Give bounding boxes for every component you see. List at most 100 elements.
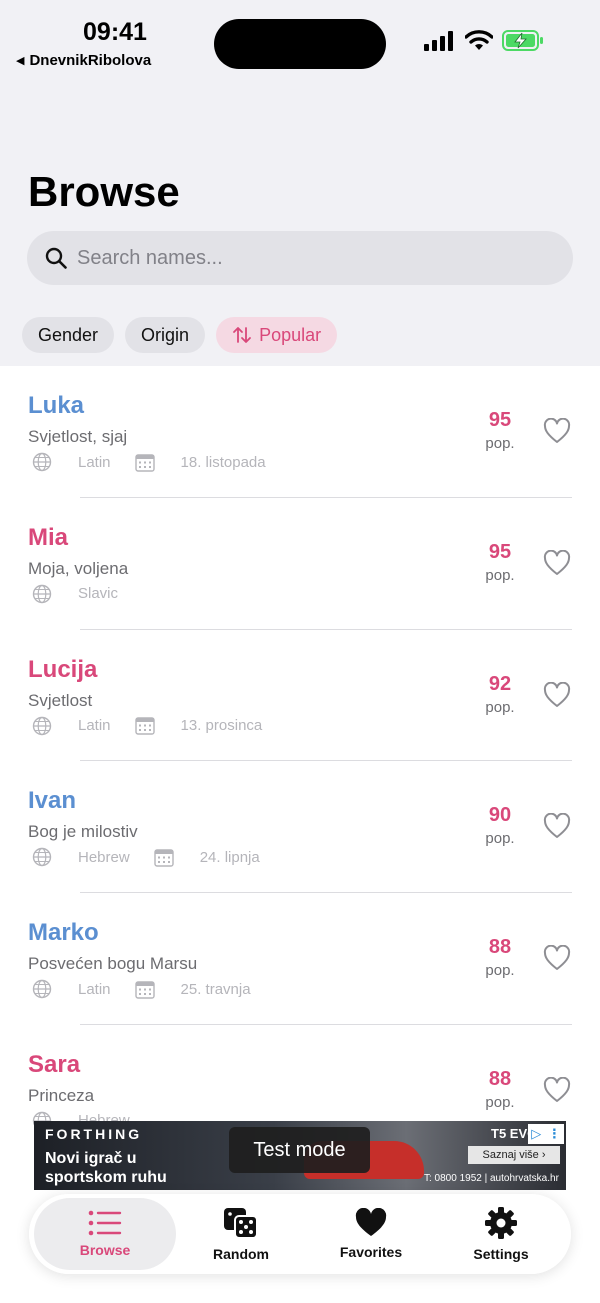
name-meaning: Svjetlost (28, 690, 93, 710)
popularity-value: 88 (488, 936, 512, 959)
popularity-score: 88 pop. (470, 1068, 530, 1111)
name-row[interactable]: Sara Princeza Hebrew 88 pop. (0, 1025, 600, 1126)
back-arrow-icon: ◀ (16, 55, 25, 67)
search-bar[interactable] (27, 231, 573, 285)
popularity-score: 90 pop. (470, 804, 530, 847)
calendar-icon (134, 980, 155, 999)
name-row[interactable]: Luka Svjetlost, sjaj Latin 18. listopada… (0, 366, 600, 498)
name-meaning: Bog je milostiv (28, 822, 138, 842)
popularity-score: 95 pop. (470, 409, 530, 452)
globe-icon (32, 979, 52, 999)
popularity-score: 92 pop. (470, 673, 530, 716)
filter-chip-label: Gender (38, 324, 99, 345)
dice-icon (224, 1208, 258, 1239)
calendar-icon (134, 453, 155, 472)
popularity-label: pop. (485, 830, 515, 848)
globe-icon (32, 452, 52, 472)
popularity-score: 95 pop. (470, 541, 530, 584)
popularity-value: 95 (488, 409, 512, 431)
tab-bar: Browse Random Favorites Settings (29, 1194, 571, 1274)
name-title: Sara (28, 1050, 81, 1078)
popularity-label: pop. (485, 1093, 515, 1111)
search-icon (45, 247, 67, 269)
gear-icon (485, 1207, 517, 1239)
calendar-icon (134, 717, 155, 735)
name-meaning: Moja, voljena (28, 558, 129, 578)
favorite-heart-icon[interactable] (543, 681, 571, 708)
name-origin: Hebrew (78, 848, 130, 866)
tab-settings[interactable]: Settings (436, 1198, 566, 1270)
name-origin: Latin (78, 980, 111, 998)
name-title: Mia (28, 523, 69, 551)
ad-brand: FORTHING (45, 1126, 143, 1142)
popularity-label: pop. (485, 435, 515, 452)
names-list: Luka Svjetlost, sjaj Latin 18. listopada… (0, 366, 600, 1126)
globe-icon (32, 584, 52, 603)
page-title: Browse (28, 168, 180, 215)
name-meta: Latin 18. listopada (32, 452, 266, 472)
tab-random[interactable]: Random (176, 1198, 306, 1270)
name-row[interactable]: Ivan Bog je milostiv Hebrew 24. lipnja 9… (0, 761, 600, 894)
back-to-app-link[interactable]: ◀ DnevnikRibolova (16, 52, 151, 69)
adchoices-icon[interactable]: ▷ ⋮ (528, 1124, 564, 1144)
favorite-heart-icon[interactable] (543, 549, 571, 576)
name-day-date: 13. prosinca (180, 717, 263, 735)
tab-label: Random (213, 1246, 269, 1262)
popularity-label: pop. (485, 566, 515, 584)
filter-chip-origin[interactable]: Origin (125, 317, 206, 353)
cellular-signal-icon (424, 30, 453, 51)
popularity-score: 88 pop. (470, 936, 530, 979)
filter-chip-label: Popular (259, 324, 322, 345)
name-origin: Slavic (78, 585, 119, 603)
name-row[interactable]: Mia Moja, voljena Slavic 95 pop. (0, 498, 600, 630)
back-app-label: DnevnikRibolova (29, 52, 152, 69)
popularity-value: 95 (488, 540, 512, 563)
popularity-value: 88 (488, 1067, 512, 1090)
popularity-label: pop. (485, 962, 515, 980)
name-title: Luka (28, 392, 85, 419)
favorite-heart-icon[interactable] (543, 945, 571, 971)
tab-label: Browse (79, 1242, 131, 1258)
tab-label: Settings (473, 1246, 529, 1262)
name-title: Lucija (28, 655, 98, 683)
filter-chip-popular[interactable]: Popular (216, 317, 338, 353)
name-meta: Latin 13. prosinca (32, 716, 262, 736)
name-origin: Latin (78, 717, 111, 735)
ad-cta-button[interactable]: Saznaj više › (468, 1146, 560, 1164)
wifi-icon (465, 30, 493, 50)
tab-browse[interactable]: Browse (34, 1198, 176, 1270)
filter-chip-label: Origin (141, 324, 190, 345)
name-meaning: Princeza (28, 1085, 95, 1105)
ad-headline: Novi igrač u sportskom ruhu (45, 1150, 167, 1186)
status-icons (424, 30, 544, 51)
list-icon (88, 1210, 122, 1236)
search-input[interactable] (77, 246, 537, 270)
ad-contact: T: 0800 1952 | autohrvatska.hr (424, 1173, 559, 1184)
status-time: 09:41 (83, 18, 147, 46)
name-day-date: 24. lipnja (199, 848, 260, 866)
name-title: Marko (28, 919, 99, 947)
name-meta: Latin 25. travnja (32, 979, 251, 999)
name-origin: Latin (78, 453, 111, 471)
filter-chip-gender[interactable]: Gender (22, 317, 115, 353)
favorite-heart-icon[interactable] (543, 813, 571, 839)
heart-icon (355, 1208, 387, 1236)
name-meta: Hebrew 24. lipnja (32, 847, 260, 867)
name-meaning: Svjetlost, sjaj (28, 427, 128, 446)
globe-icon (32, 848, 52, 867)
name-row[interactable]: Lucija Svjetlost Latin 13. prosinca 92 p… (0, 630, 600, 762)
popularity-value: 92 (488, 672, 512, 695)
tab-favorites[interactable]: Favorites (306, 1198, 436, 1270)
calendar-icon (153, 849, 174, 867)
name-meta: Slavic (32, 584, 118, 604)
popularity-value: 90 (488, 804, 512, 827)
ad-cta-label: Saznaj više (482, 1149, 539, 1161)
dynamic-island (214, 19, 386, 69)
favorite-heart-icon[interactable] (543, 418, 571, 444)
name-day-date: 18. listopada (180, 453, 266, 471)
name-row[interactable]: Marko Posvećen bogu Marsu Latin 25. trav… (0, 893, 600, 1025)
favorite-heart-icon[interactable] (543, 1076, 571, 1103)
battery-charging-icon (502, 30, 543, 51)
popularity-label: pop. (485, 698, 515, 716)
globe-icon (32, 716, 52, 735)
